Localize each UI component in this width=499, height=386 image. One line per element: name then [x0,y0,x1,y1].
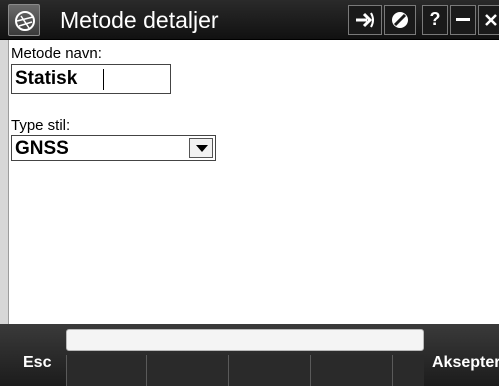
help-icon: ? [429,9,441,29]
softkey-slot[interactable] [392,355,424,386]
minus-icon [456,18,470,21]
method-name-value: Statisk [15,68,78,89]
style-type-value: GNSS [15,138,69,159]
title-bar: Metode detaljer ? [0,0,499,40]
minimize-button[interactable] [450,5,476,35]
forward-button[interactable] [348,5,382,35]
arrow-right-icon [356,12,374,28]
block-button[interactable] [384,5,416,35]
style-type-label: Type stil: [11,117,71,134]
no-entry-icon [392,12,408,28]
dropdown-button[interactable] [189,138,213,158]
esc-label: Esc [23,354,52,371]
close-button[interactable] [478,5,499,35]
softkey-bar: Esc Aksepter [0,324,499,386]
softkey-slot[interactable] [66,355,146,386]
left-scroll-strip [0,40,9,324]
style-type-select[interactable]: GNSS [11,135,216,161]
softkey-slot[interactable] [310,355,392,386]
help-button[interactable]: ? [422,5,448,35]
text-cursor [103,69,104,90]
window-title: Metode detaljer [60,7,219,33]
esc-button[interactable]: Esc [0,324,64,386]
softkey-status-field [66,329,424,351]
close-icon [485,14,497,26]
accept-button[interactable]: Aksepter [426,324,499,386]
chevron-down-icon [196,145,208,152]
method-name-label: Metode navn: [11,45,102,62]
softkey-slot[interactable] [146,355,228,386]
trimble-logo-icon[interactable] [8,4,40,36]
softkey-slot[interactable] [228,355,310,386]
accept-label: Aksepter [432,354,499,371]
method-name-input[interactable]: Statisk [11,64,171,94]
